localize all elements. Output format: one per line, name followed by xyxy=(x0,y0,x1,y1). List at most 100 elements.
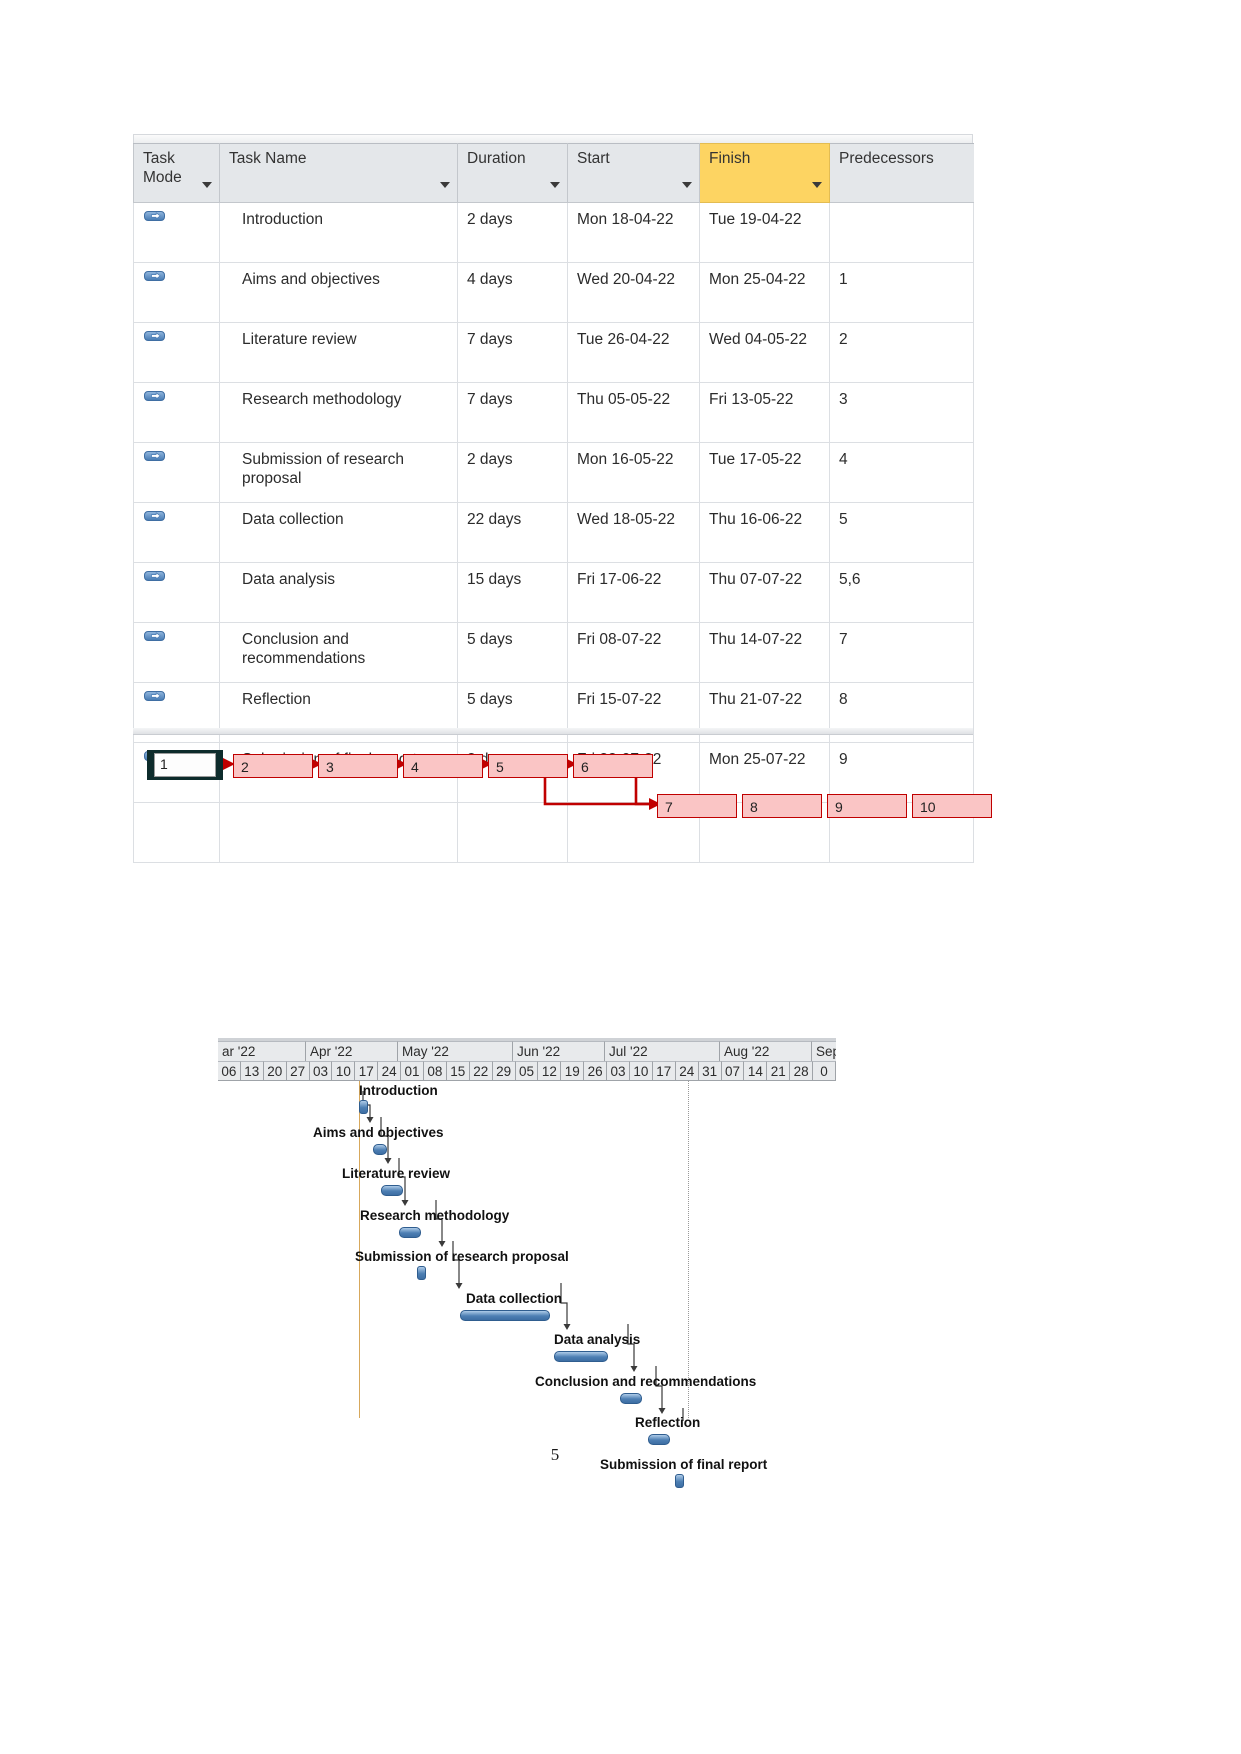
duration-cell[interactable]: 22 days xyxy=(457,502,568,563)
gantt-month-label: ar '22 xyxy=(222,1044,256,1059)
gantt-milestone-bar[interactable] xyxy=(675,1473,684,1488)
table-row[interactable]: Conclusion and recommendations 5 days Fri … xyxy=(133,622,974,683)
filter-caret-icon[interactable] xyxy=(440,182,450,188)
column-header-duration[interactable]: Duration xyxy=(457,143,568,203)
finish-cell[interactable]: Tue 17-05-22 xyxy=(699,442,830,503)
duration-cell[interactable]: 4 days xyxy=(457,262,568,323)
table-row[interactable]: Aims and objectives 4 days Wed 20-04-22 Mon… xyxy=(133,262,974,323)
column-header-finish[interactable]: Finish xyxy=(699,143,830,203)
gantt-milestone-bar[interactable] xyxy=(359,1100,368,1114)
network-node-1[interactable]: 1 xyxy=(147,750,223,780)
network-node-10[interactable]: 10 xyxy=(912,794,992,818)
table-row[interactable]: Introduction 2 days Mon 18-04-22 Tue 19-04-… xyxy=(133,202,974,263)
table-row[interactable]: Data collection 22 days Wed 18-05-22 Thu 16… xyxy=(133,502,974,563)
gantt-task-bar[interactable] xyxy=(460,1309,550,1321)
start-cell[interactable]: Fri 17-06-22 xyxy=(567,562,700,623)
predecessors-cell[interactable]: 2 xyxy=(829,322,974,383)
task-mode-cell[interactable] xyxy=(133,382,220,443)
duration-cell[interactable]: 7 days xyxy=(457,382,568,443)
finish-cell[interactable]: Mon 25-04-22 xyxy=(699,262,830,323)
task-name-cell[interactable]: Data collection xyxy=(219,502,458,563)
filter-caret-icon[interactable] xyxy=(202,182,212,188)
gantt-task-bar[interactable] xyxy=(554,1351,608,1362)
predecessors-cell[interactable]: 4 xyxy=(829,442,974,503)
start-cell[interactable]: Wed 20-04-22 xyxy=(567,262,700,323)
task-mode-cell[interactable] xyxy=(133,562,220,623)
gantt-month-header: ar '22 xyxy=(218,1041,306,1061)
network-node-9[interactable]: 9 xyxy=(827,794,907,818)
network-node-2-label: 2 xyxy=(241,759,249,775)
column-header-start[interactable]: Start xyxy=(567,143,700,203)
table-row[interactable]: Submission of research proposal 2 days Mon… xyxy=(133,442,974,503)
gantt-task-label: Conclusion and recommendations xyxy=(535,1373,757,1389)
task-mode-cell[interactable] xyxy=(133,202,220,263)
finish-cell[interactable]: Thu 16-06-22 xyxy=(699,502,830,563)
duration-cell[interactable]: 2 days xyxy=(457,442,568,503)
column-header-predecessors[interactable]: Predecessors xyxy=(829,143,974,203)
table-row[interactable]: Data analysis 15 days Fri 17-06-22 Thu 07-0… xyxy=(133,562,974,623)
task-name-cell[interactable]: Literature review xyxy=(219,322,458,383)
task-name-cell[interactable]: Submission of research proposal xyxy=(219,442,458,503)
start-cell[interactable]: Thu 05-05-22 xyxy=(567,382,700,443)
predecessors-cell[interactable]: 1 xyxy=(829,262,974,323)
duration-cell[interactable]: 7 days xyxy=(457,322,568,383)
predecessors-cell[interactable] xyxy=(829,202,974,263)
filter-caret-icon[interactable] xyxy=(812,182,822,188)
duration-cell[interactable]: 2 days xyxy=(457,202,568,263)
start-cell[interactable]: Mon 18-04-22 xyxy=(567,202,700,263)
gantt-week-header: 06 xyxy=(218,1061,241,1081)
network-diagram-links xyxy=(187,758,898,810)
gantt-task-bar[interactable] xyxy=(399,1226,421,1238)
gantt-task-bar[interactable] xyxy=(381,1185,403,1196)
filter-caret-icon[interactable] xyxy=(682,182,692,188)
auto-schedule-icon xyxy=(144,510,166,536)
predecessors-cell[interactable]: 3 xyxy=(829,382,974,443)
task-name-cell[interactable]: Data analysis xyxy=(219,562,458,623)
finish-cell[interactable]: Thu 07-07-22 xyxy=(699,562,830,623)
network-node-6[interactable]: 6 xyxy=(573,754,653,778)
filter-caret-icon[interactable] xyxy=(550,182,560,188)
gantt-milestone-bar[interactable] xyxy=(417,1266,426,1280)
network-node-7[interactable]: 7 xyxy=(657,794,737,818)
task-mode-cell[interactable] xyxy=(133,442,220,503)
gantt-task-bar[interactable] xyxy=(373,1143,387,1155)
gantt-week-label: 08 xyxy=(427,1064,443,1079)
duration-cell[interactable]: 5 days xyxy=(457,622,568,683)
task-mode-cell[interactable] xyxy=(133,622,220,683)
finish-cell[interactable]: Wed 04-05-22 xyxy=(699,322,830,383)
start-cell[interactable]: Wed 18-05-22 xyxy=(567,502,700,563)
gantt-month-label: May '22 xyxy=(402,1044,449,1059)
predecessors-cell[interactable]: 5 xyxy=(829,502,974,563)
gantt-week-header: 10 xyxy=(332,1061,356,1081)
start-cell[interactable]: Fri 08-07-22 xyxy=(567,622,700,683)
column-header-task-name[interactable]: Task Name xyxy=(219,143,458,203)
network-node-4[interactable]: 4 xyxy=(403,754,483,778)
duration-cell[interactable]: 15 days xyxy=(457,562,568,623)
predecessors-cell[interactable]: 5,6 xyxy=(829,562,974,623)
task-mode-cell[interactable] xyxy=(133,322,220,383)
network-node-2[interactable]: 2 xyxy=(233,754,313,778)
task-mode-cell[interactable] xyxy=(133,502,220,563)
task-name-cell[interactable]: Aims and objectives xyxy=(219,262,458,323)
task-name-cell[interactable]: Introduction xyxy=(219,202,458,263)
gantt-task-bar[interactable] xyxy=(648,1434,670,1445)
table-row[interactable]: Research methodology 7 days Thu 05-05-22 Fr… xyxy=(133,382,974,443)
gantt-week-header: 22 xyxy=(469,1061,493,1081)
network-node-3[interactable]: 3 xyxy=(318,754,398,778)
start-cell[interactable]: Tue 26-04-22 xyxy=(567,322,700,383)
column-header-task-mode[interactable]: Task Mode xyxy=(133,143,220,203)
gantt-task-bar[interactable] xyxy=(620,1392,642,1404)
finish-cell[interactable]: Tue 19-04-22 xyxy=(699,202,830,263)
task-name-cell[interactable]: Conclusion and recommendations xyxy=(219,622,458,683)
network-node-5[interactable]: 5 xyxy=(488,754,568,778)
auto-schedule-icon xyxy=(144,570,166,596)
task-mode-cell[interactable] xyxy=(133,262,220,323)
start-cell[interactable]: Mon 16-05-22 xyxy=(567,442,700,503)
network-node-8[interactable]: 8 xyxy=(742,794,822,818)
predecessors-cell[interactable]: 7 xyxy=(829,622,974,683)
finish-cell[interactable]: Fri 13-05-22 xyxy=(699,382,830,443)
table-row[interactable]: Literature review 7 days Tue 26-04-22 Wed 0… xyxy=(133,322,974,383)
gantt-week-label: 05 xyxy=(518,1064,534,1079)
finish-cell[interactable]: Thu 14-07-22 xyxy=(699,622,830,683)
task-name-cell[interactable]: Research methodology xyxy=(219,382,458,443)
